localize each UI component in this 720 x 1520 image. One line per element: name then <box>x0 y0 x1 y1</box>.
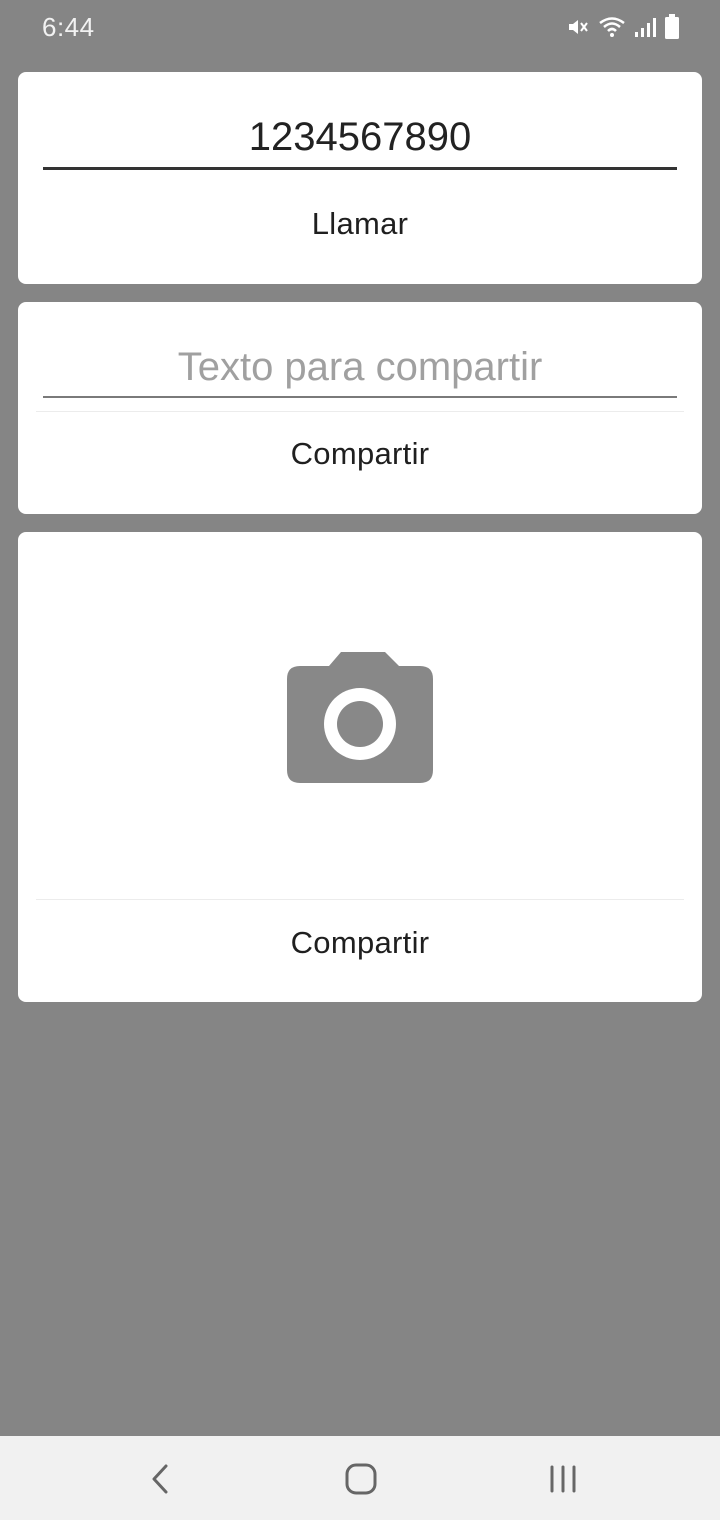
wifi-icon <box>598 15 626 39</box>
status-bar: 6:44 <box>0 0 720 56</box>
mute-icon <box>566 15 590 39</box>
navigation-bar <box>0 1436 720 1520</box>
status-time: 6:44 <box>42 12 95 42</box>
share-text-card: Texto para compartir Compartir <box>18 302 702 514</box>
home-icon[interactable] <box>344 1462 378 1501</box>
signal-icon <box>634 15 656 39</box>
divider <box>36 899 684 900</box>
phone-input[interactable]: 1234567890 <box>43 112 677 170</box>
share-image-button[interactable]: Compartir <box>18 925 702 961</box>
share-image-card: Compartir <box>18 532 702 1002</box>
call-card: 1234567890 Llamar <box>18 72 702 284</box>
screen: 6:44 1234567890 Llamar Texto para compar… <box>0 0 720 1520</box>
share-text-button[interactable]: Compartir <box>18 436 702 472</box>
recents-icon[interactable] <box>546 1462 580 1501</box>
call-button[interactable]: Llamar <box>18 206 702 242</box>
share-text-input[interactable]: Texto para compartir <box>43 342 677 398</box>
divider <box>36 411 684 412</box>
battery-icon <box>664 14 680 40</box>
back-icon[interactable] <box>146 1462 174 1501</box>
status-icons <box>566 14 680 40</box>
camera-icon[interactable] <box>287 650 433 789</box>
